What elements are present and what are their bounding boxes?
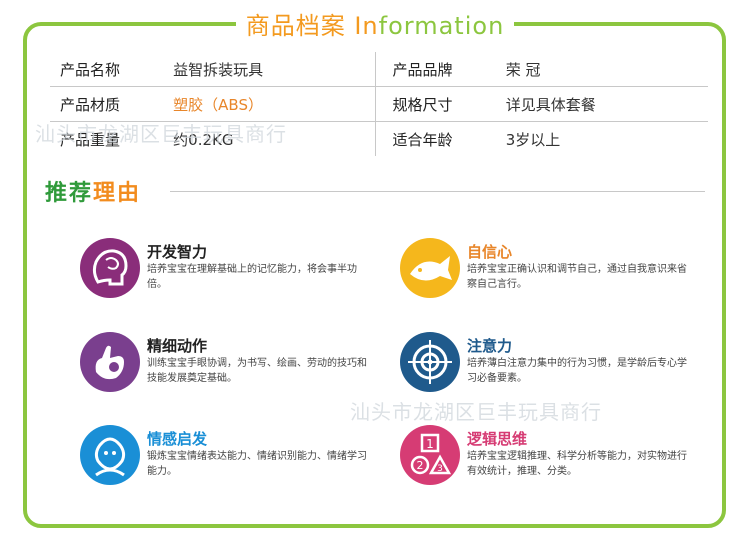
feature-desc: 培养宝宝正确认识和调节自己，通过自我意识来省察自己言行。 (467, 264, 687, 290)
hand-icon (80, 332, 140, 392)
spec-label: 产品品牌 (382, 52, 494, 87)
svg-text:1: 1 (426, 437, 434, 451)
title-en-first: In (354, 12, 379, 40)
spec-value: 荣 冠 (493, 52, 708, 87)
table-row: 产品名称 益智拆装玩具 产品品牌 荣 冠 (50, 52, 708, 87)
spec-label: 产品名称 (50, 52, 162, 87)
section-title: 商品档案 Information (0, 6, 750, 41)
spec-value: 塑胶（ABS） (161, 86, 376, 122)
reasons-heading-part2: 理由 (93, 181, 142, 206)
spec-value: 详见具体套餐 (493, 86, 708, 122)
feature-title: 情感启发 (147, 430, 208, 448)
target-icon (400, 332, 460, 392)
table-row: 产品材质 塑胶（ABS） 规格尺寸 详见具体套餐 (50, 86, 708, 122)
feature-title: 注意力 (467, 337, 513, 355)
spec-value: 3岁以上 (505, 130, 561, 149)
feature-desc: 训练宝宝手眼协调，为书写、绘画、劳动的技巧和技能发展奠定基础。 (147, 358, 367, 384)
watermark: 汕头市龙湖区巨丰玩具商行 (35, 122, 287, 146)
feature-desc: 培养宝宝在理解基础上的记忆能力，将会事半功倍。 (147, 264, 357, 290)
spec-label: 规格尺寸 (382, 86, 494, 122)
divider (170, 191, 705, 192)
child-face-icon (80, 425, 140, 485)
feature-title: 开发智力 (147, 243, 208, 261)
svg-text:2: 2 (417, 459, 424, 472)
feature-title: 精细动作 (147, 337, 208, 355)
reasons-heading: 推荐理由 (45, 175, 141, 207)
spec-label: 产品材质 (50, 86, 162, 122)
feature-desc: 培养宝宝逻辑推理、科学分析等能力，对实物进行有效统计，推理、分类。 (467, 451, 687, 477)
feature-title: 逻辑思维 (467, 430, 528, 448)
title-cn: 商品档案 (245, 12, 346, 40)
numbers-icon: 1 2 3 (400, 425, 460, 485)
feature-title: 自信心 (467, 243, 513, 261)
spec-label: 适合年龄 (392, 130, 453, 149)
reasons-heading-part1: 推荐 (45, 181, 94, 206)
svg-text:3: 3 (437, 464, 443, 474)
fish-icon (400, 238, 460, 298)
feature-desc: 培养薄白注意力集中的行为习惯，是学龄后专心学习必备要素。 (467, 358, 687, 384)
watermark: 汕头市龙湖区巨丰玩具商行 (350, 400, 602, 424)
feature-desc: 锻炼宝宝情绪表达能力、情绪识别能力、情绪学习能力。 (147, 451, 367, 477)
spec-value: 益智拆装玩具 (161, 52, 376, 87)
title-en-rest: formation (378, 12, 505, 40)
brain-icon (80, 238, 140, 298)
